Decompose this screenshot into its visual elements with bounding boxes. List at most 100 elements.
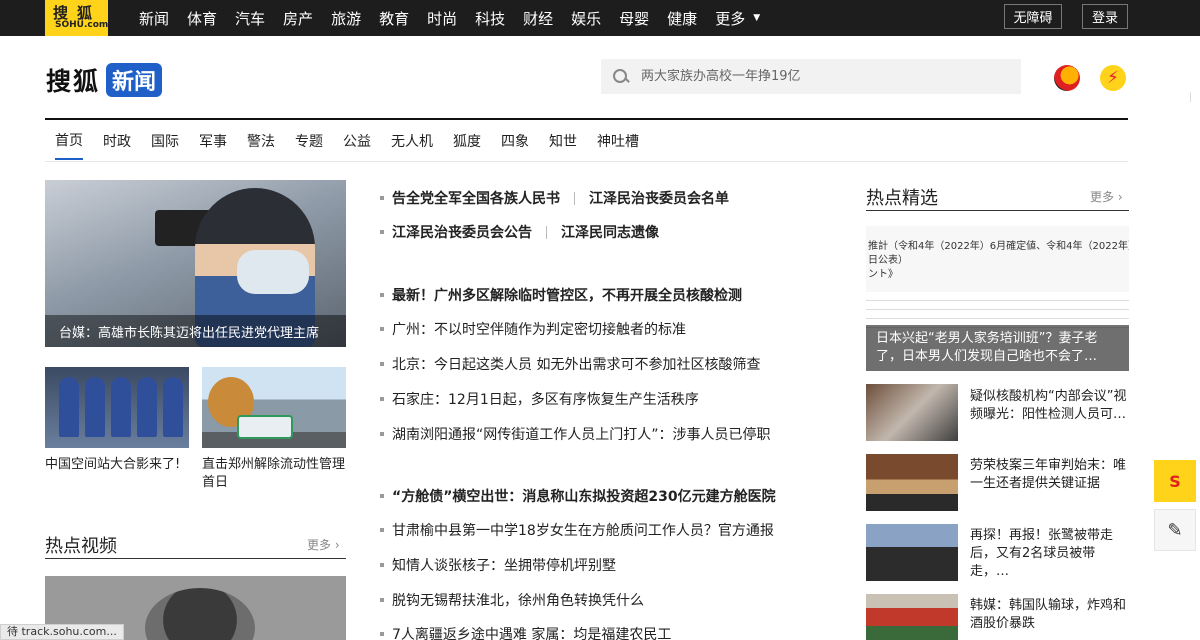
news-link[interactable]: 广州：不以时空伴随作为判定密切接触者的标准 bbox=[392, 319, 686, 339]
news-link[interactable]: 甘肃榆中县第一中学18岁女生在方舱质问工作人员？官方通报 bbox=[392, 520, 774, 540]
separator bbox=[574, 191, 575, 205]
nav-sports[interactable]: 体育 bbox=[187, 8, 217, 29]
bullet bbox=[380, 397, 384, 401]
thumb-caption[interactable]: 中国空间站大合影来了! bbox=[45, 456, 191, 474]
document-table bbox=[866, 292, 1129, 328]
nav-house[interactable]: 房产 bbox=[283, 8, 313, 29]
hot-video-title: 热点视频 bbox=[45, 536, 117, 557]
tab-home[interactable]: 首页 bbox=[55, 122, 83, 160]
nav-news[interactable]: 新闻 bbox=[139, 8, 169, 29]
headline-row: 江泽民治丧委员会公告 江泽民同志遗像 bbox=[380, 222, 659, 242]
featured-story-image[interactable]: 推計（令和4年（2022年）6月確定値、令和4年（2022年）11月 日公表） … bbox=[866, 226, 1129, 371]
headline-row: 最新！广州多区解除临时管控区，不再开展全员核酸检测 bbox=[380, 285, 742, 305]
hero-news-image[interactable]: 台媒：高雄市长陈其迈将出任民进党代理主席 bbox=[45, 180, 346, 347]
search-box[interactable] bbox=[601, 59, 1021, 94]
bullet bbox=[380, 327, 384, 331]
tab-hudu[interactable]: 狐度 bbox=[453, 123, 481, 159]
news-link[interactable]: 湖南浏阳通报“网传街道工作人员上门打人”：涉事人员已停职 bbox=[392, 424, 771, 444]
story-thumbnail[interactable] bbox=[866, 384, 958, 441]
nav-tech[interactable]: 科技 bbox=[475, 8, 505, 29]
bullet bbox=[380, 432, 384, 436]
nav-entertainment[interactable]: 娱乐 bbox=[571, 8, 601, 29]
bullet bbox=[380, 293, 384, 297]
tab-zhishi[interactable]: 知世 bbox=[549, 123, 577, 159]
hero-caption[interactable]: 台媒：高雄市长陈其迈将出任民进党代理主席 bbox=[45, 315, 346, 347]
news-item: 湖南浏阳通报“网传街道工作人员上门打人”：涉事人员已停职 bbox=[380, 424, 771, 444]
headline-link[interactable]: 江泽民治丧委员会名单 bbox=[589, 188, 729, 208]
bullet bbox=[380, 196, 384, 200]
news-item: 石家庄：12月1日起，多区有序恢复生产生活秩序 bbox=[380, 389, 699, 409]
tab-sixiang[interactable]: 四象 bbox=[501, 123, 529, 159]
headline-row: 告全党全军全国各族人民书 江泽民治丧委员会名单 bbox=[380, 188, 729, 208]
zhengzhou-street-thumbnail[interactable] bbox=[202, 367, 346, 448]
headline-link[interactable]: 江泽民同志遗像 bbox=[561, 222, 659, 242]
more-link[interactable]: 更多 › bbox=[1090, 188, 1123, 205]
logo-domain: SOHU.com bbox=[55, 20, 109, 30]
nav-more-label: 更多 bbox=[715, 9, 746, 28]
site-brand[interactable]: 搜狐 新闻 bbox=[46, 62, 163, 98]
brand-news-badge: 新闻 bbox=[106, 63, 163, 97]
channel-nav: 新闻 体育 汽车 房产 旅游 教育 时尚 科技 财经 娱乐 母婴 健康 更多 ▼ bbox=[139, 0, 778, 36]
lightning-icon[interactable]: ⚡ bbox=[1100, 65, 1126, 91]
nav-education[interactable]: 教育 bbox=[379, 8, 409, 29]
divider bbox=[866, 210, 1129, 211]
login-button[interactable]: 登录 bbox=[1082, 4, 1128, 29]
story-thumbnail[interactable] bbox=[866, 524, 958, 581]
headline-link[interactable]: 告全党全军全国各族人民书 bbox=[392, 188, 560, 208]
news-link[interactable]: 石家庄：12月1日起，多区有序恢复生产生活秩序 bbox=[392, 389, 699, 409]
search-input[interactable] bbox=[641, 69, 1001, 84]
news-link[interactable]: 知情人谈张核子：坐拥带停机坪别墅 bbox=[392, 555, 616, 575]
more-link[interactable]: 更多 › bbox=[307, 536, 340, 553]
news-item: 7人离疆返乡途中遇难 家属：均是福建农民工 bbox=[380, 624, 671, 640]
news-link[interactable]: 北京：今日起这类人员 如无外出需求可不参加社区核酸筛查 bbox=[392, 354, 760, 374]
headline-row: “方舱债”横空出世：消息称山东拟投资超230亿元建方舱医院 bbox=[380, 486, 776, 506]
search-icon[interactable] bbox=[613, 68, 629, 85]
tab-military[interactable]: 军事 bbox=[199, 123, 227, 159]
mask-shape bbox=[237, 250, 309, 294]
nav-fashion[interactable]: 时尚 bbox=[427, 8, 457, 29]
news-link[interactable]: 脱钩无锡帮扶淮北，徐州角色转换凭什么 bbox=[392, 590, 644, 610]
space-station-thumbnail[interactable] bbox=[45, 367, 189, 448]
story-link[interactable]: 劳荣枝案三年审判始末：唯一生还者提供关键证据 bbox=[970, 457, 1130, 493]
news-link[interactable]: 7人离疆返乡途中遇难 家属：均是福建农民工 bbox=[392, 624, 671, 640]
nav-travel[interactable]: 旅游 bbox=[331, 8, 361, 29]
nav-health[interactable]: 健康 bbox=[667, 8, 697, 29]
status-bar: 待 track.sohu.com... bbox=[0, 624, 124, 640]
tab-shentucao[interactable]: 神吐槽 bbox=[597, 123, 639, 159]
nav-auto[interactable]: 汽车 bbox=[235, 8, 265, 29]
featured-section-title: 热点精选 bbox=[866, 188, 938, 209]
bullet bbox=[380, 494, 384, 498]
accessibility-button[interactable]: 无障碍 bbox=[1004, 4, 1062, 29]
document-text: 推計（令和4年（2022年）6月確定値、令和4年（2022年）11月 日公表） … bbox=[868, 241, 1129, 280]
nav-more[interactable]: 更多 ▼ bbox=[715, 8, 760, 29]
tab-charity[interactable]: 公益 bbox=[343, 123, 371, 159]
story-link[interactable]: 韩媒：韩国队输球，炸鸡和酒股价暴跌 bbox=[970, 597, 1130, 633]
tab-drone[interactable]: 无人机 bbox=[391, 123, 433, 159]
tab-police-law[interactable]: 警法 bbox=[247, 123, 275, 159]
bullet bbox=[380, 230, 384, 234]
headline-link[interactable]: 江泽民治丧委员会公告 bbox=[392, 222, 532, 242]
sohu-float-icon[interactable]: S bbox=[1154, 460, 1196, 502]
bullet bbox=[380, 528, 384, 532]
headline-link[interactable]: 最新！广州多区解除临时管控区，不再开展全员核酸检测 bbox=[392, 285, 742, 305]
story-link[interactable]: 再探！再报！张鹭被带走后，又有2名球员被带走，… bbox=[970, 527, 1130, 581]
bullet bbox=[380, 362, 384, 366]
divider bbox=[45, 558, 346, 559]
headline-link[interactable]: “方舱债”横空出世：消息称山东拟投资超230亿元建方舱医院 bbox=[392, 486, 776, 506]
sohu-logo[interactable]: 搜狐 SOHU.com bbox=[45, 0, 108, 36]
divider bbox=[45, 118, 1128, 120]
story-thumbnail[interactable] bbox=[866, 454, 958, 511]
nav-baby[interactable]: 母婴 bbox=[619, 8, 649, 29]
tab-politics[interactable]: 时政 bbox=[103, 123, 131, 159]
thumb-caption[interactable]: 直击郑州解除流动性管理首日 bbox=[202, 456, 348, 492]
featured-caption[interactable]: 日本兴起“老男人家务培训班”？妻子老了，日本男人们发现自己啥也不会了… bbox=[866, 325, 1129, 371]
story-link[interactable]: 疑似核酸机构“内部会议”视频曝光：阳性检测人员可… bbox=[970, 388, 1130, 424]
tab-international[interactable]: 国际 bbox=[151, 123, 179, 159]
news-item: 北京：今日起这类人员 如无外出需求可不参加社区核酸筛查 bbox=[380, 354, 760, 374]
edit-icon[interactable]: ✎ bbox=[1154, 509, 1196, 551]
tab-special[interactable]: 专题 bbox=[295, 123, 323, 159]
story-thumbnail[interactable] bbox=[866, 594, 958, 640]
fox-app-icon[interactable] bbox=[1054, 65, 1080, 91]
nav-finance[interactable]: 财经 bbox=[523, 8, 553, 29]
divider bbox=[45, 161, 1128, 162]
